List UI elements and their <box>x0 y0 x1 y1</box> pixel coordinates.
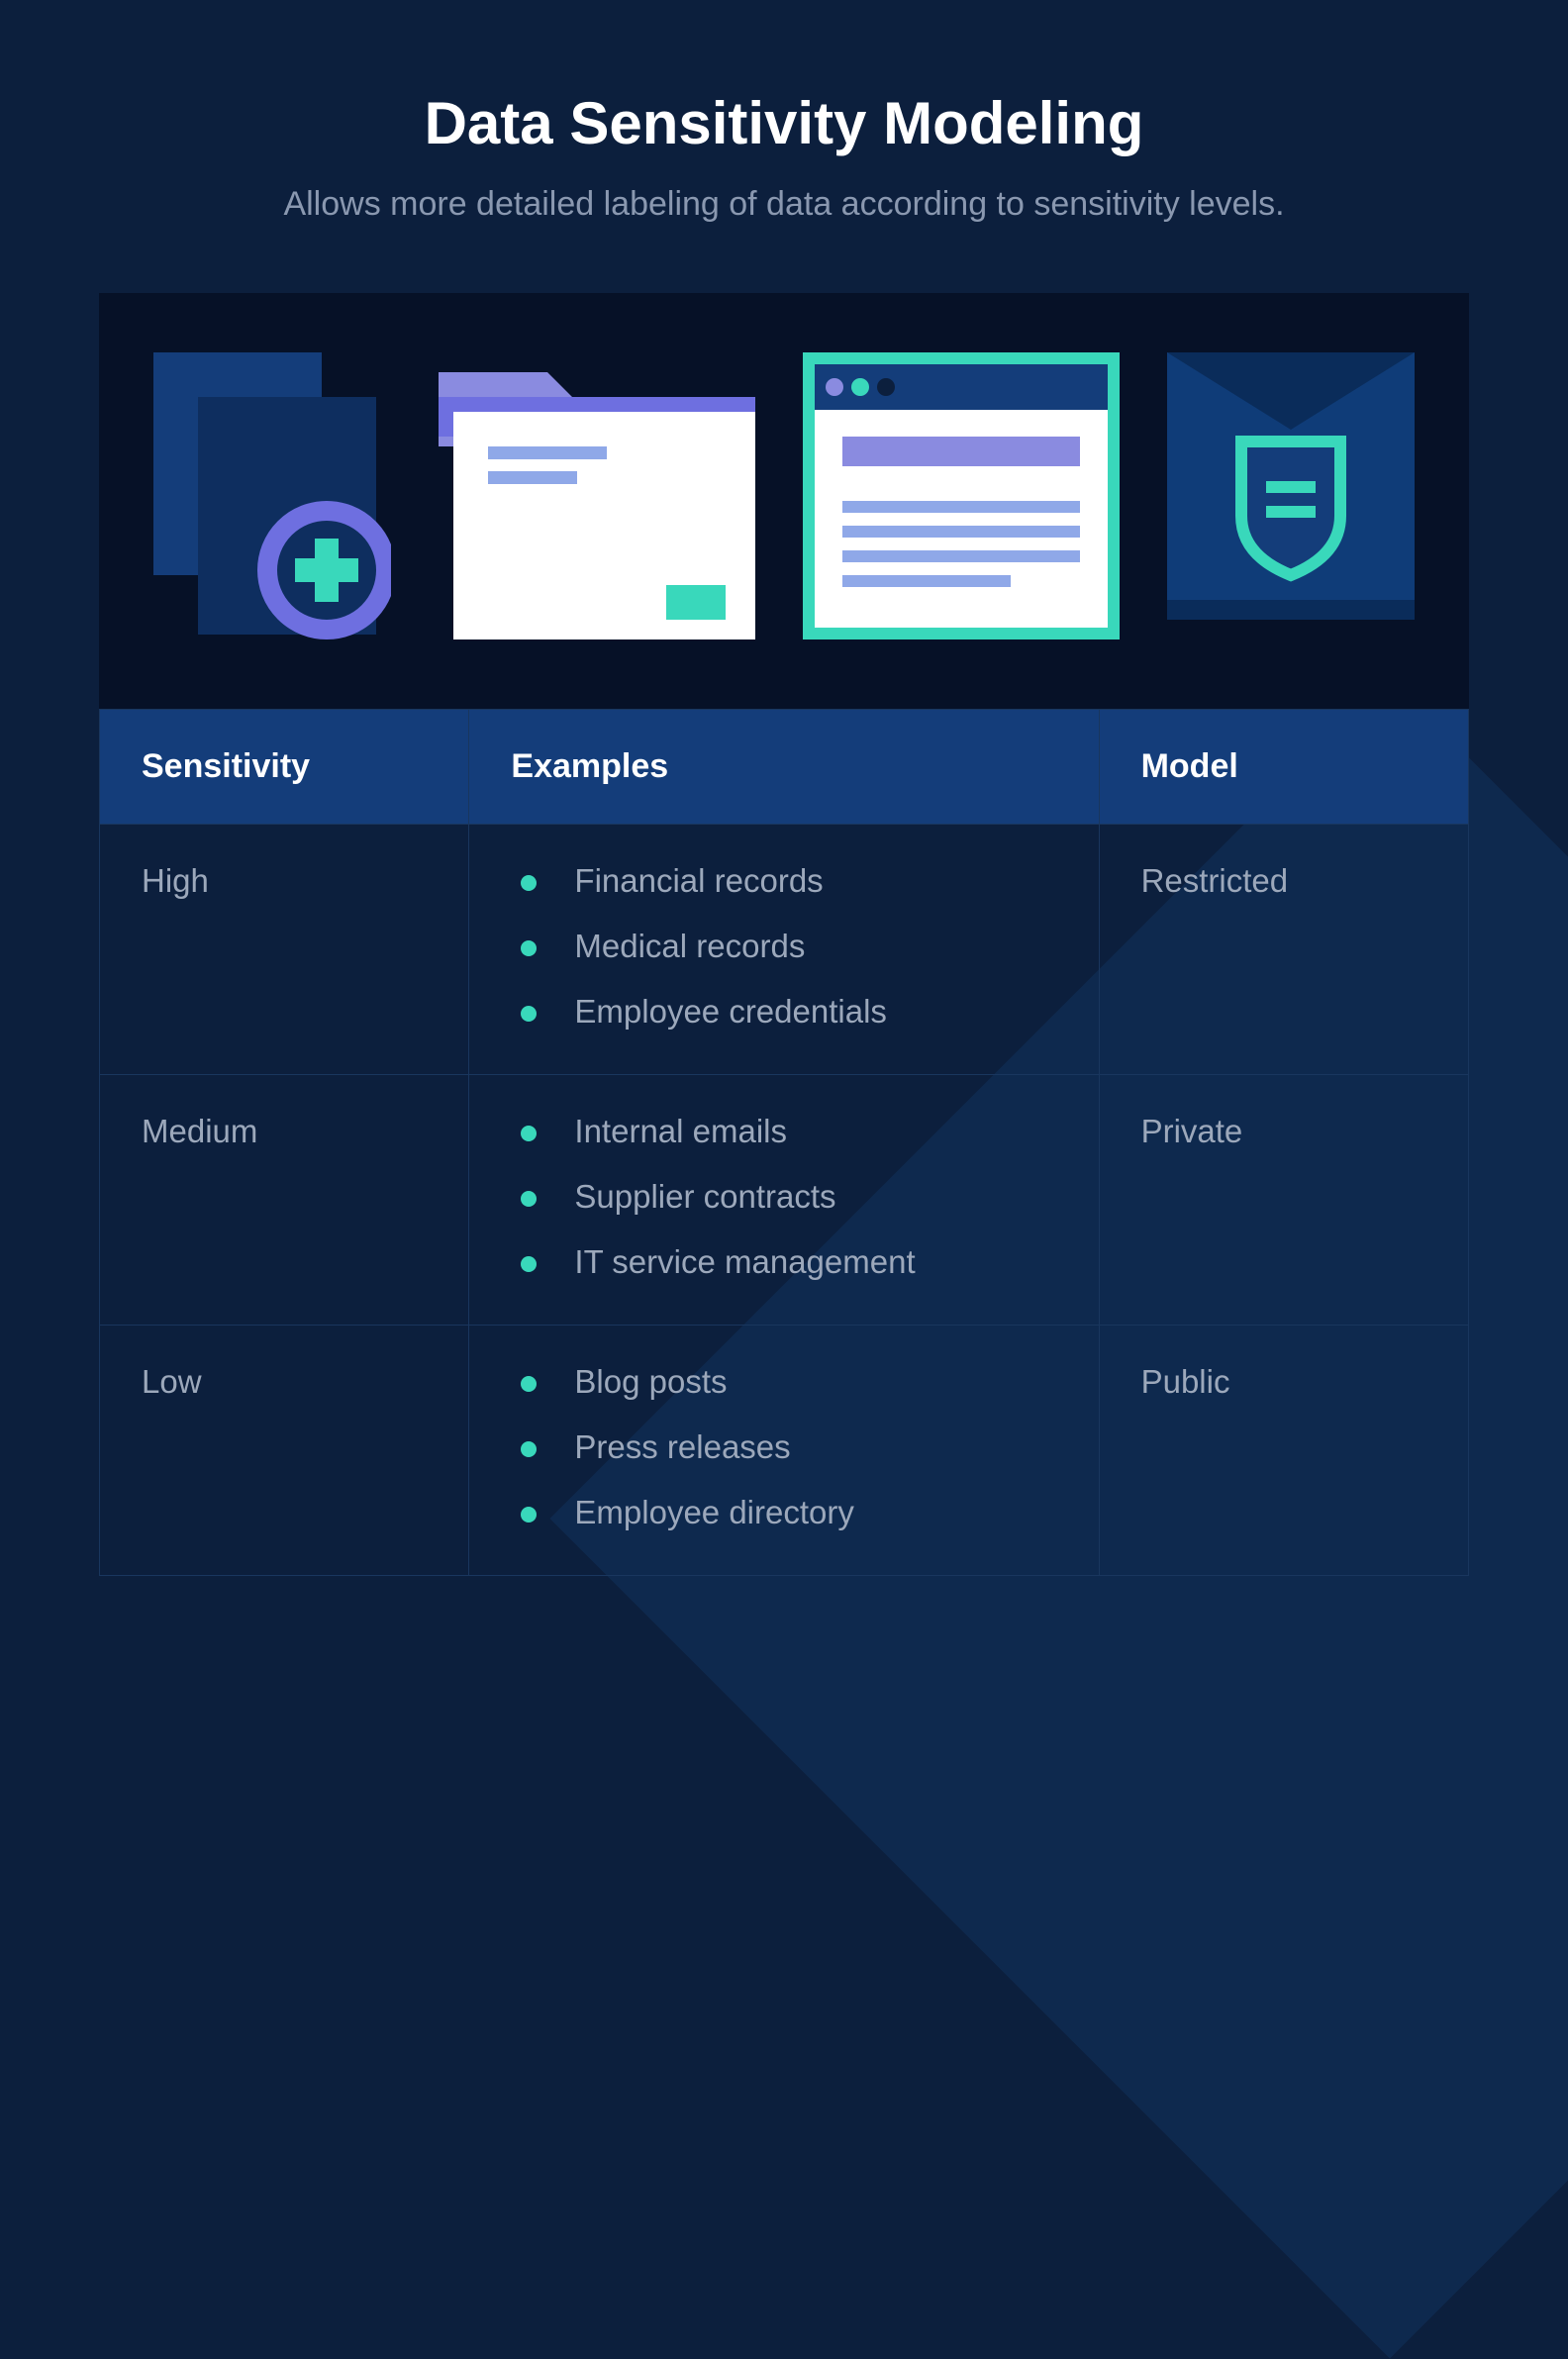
browser-icon <box>803 352 1120 639</box>
list-item: Press releases <box>511 1428 1056 1466</box>
list-item: IT service management <box>511 1243 1056 1281</box>
cell-examples: Internal emails Supplier contracts IT se… <box>469 1075 1099 1326</box>
page-title: Data Sensitivity Modeling <box>99 89 1469 157</box>
list-item: Employee directory <box>511 1494 1056 1531</box>
cell-model: Private <box>1099 1075 1468 1326</box>
list-item: Supplier contracts <box>511 1178 1056 1216</box>
illustration-row <box>99 293 1469 709</box>
cell-model: Public <box>1099 1326 1468 1576</box>
cell-examples: Financial records Medical records Employ… <box>469 825 1099 1075</box>
table-row: High Financial records Medical records E… <box>100 825 1469 1075</box>
folder-icon <box>439 352 755 639</box>
cell-sensitivity: Medium <box>100 1075 469 1326</box>
list-item: Medical records <box>511 928 1056 965</box>
list-item: Employee credentials <box>511 993 1056 1031</box>
table-row: Low Blog posts Press releases Employee d… <box>100 1326 1469 1576</box>
cell-sensitivity: Low <box>100 1326 469 1576</box>
doc-plus-icon <box>153 352 391 639</box>
main-content: Data Sensitivity Modeling Allows more de… <box>0 0 1568 1665</box>
cell-model: Restricted <box>1099 825 1468 1075</box>
list-item: Financial records <box>511 862 1056 900</box>
table-row: Medium Internal emails Supplier contract… <box>100 1075 1469 1326</box>
col-header-model: Model <box>1099 710 1468 825</box>
page-subtitle: Allows more detailed labeling of data ac… <box>99 185 1469 224</box>
table-header-row: Sensitivity Examples Model <box>100 710 1469 825</box>
list-item: Blog posts <box>511 1363 1056 1401</box>
cell-sensitivity: High <box>100 825 469 1075</box>
cell-examples: Blog posts Press releases Employee direc… <box>469 1326 1099 1576</box>
shield-envelope-icon <box>1167 352 1415 639</box>
col-header-sensitivity: Sensitivity <box>100 710 469 825</box>
col-header-examples: Examples <box>469 710 1099 825</box>
sensitivity-table: Sensitivity Examples Model High Financia… <box>99 709 1469 1576</box>
list-item: Internal emails <box>511 1113 1056 1150</box>
